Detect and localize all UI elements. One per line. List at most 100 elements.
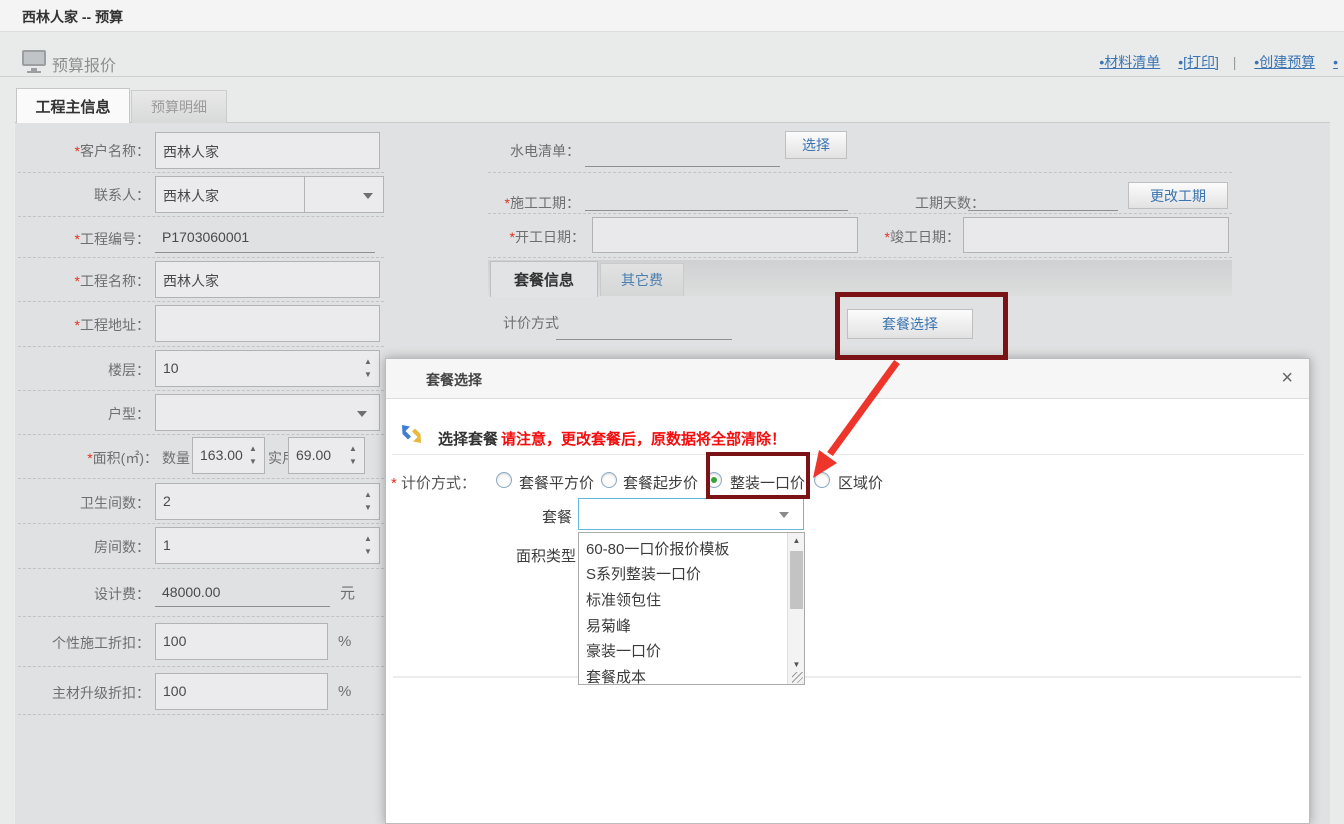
- chevron-down-icon[interactable]: [779, 512, 789, 518]
- radio-label[interactable]: 套餐起步价: [623, 472, 698, 493]
- tab-other-fees[interactable]: 其它费: [600, 263, 684, 296]
- package-select-dialog: 套餐选择 × 选择套餐 请注意，更改套餐后，原数据将全部清除！: [385, 358, 1310, 824]
- bathrooms-label: 卫生间数：: [20, 493, 150, 513]
- row-divider: [18, 257, 384, 258]
- customer-name-label: *客户名称：: [20, 141, 150, 161]
- dialog-divider: [392, 454, 1304, 455]
- pricing-method-input[interactable]: [556, 339, 732, 340]
- list-item[interactable]: S系列整装一口价: [586, 563, 701, 588]
- floor-stepper[interactable]: 10 ▲▼: [155, 350, 380, 387]
- project-address-label: *工程地址：: [20, 315, 150, 335]
- start-date-input[interactable]: [592, 217, 858, 253]
- radio-label[interactable]: 区域价: [838, 472, 883, 493]
- row-divider: [18, 434, 384, 435]
- dialog-bottom-divider: [393, 676, 1301, 678]
- rooms-stepper[interactable]: 1 ▲▼: [155, 527, 380, 564]
- design-fee-unit: 元: [340, 582, 360, 603]
- area-actual-stepper[interactable]: 69.00 ▲▼: [288, 437, 365, 474]
- more-link-partial[interactable]: •: [1333, 54, 1338, 70]
- end-date-input[interactable]: [963, 217, 1229, 253]
- contact-select[interactable]: [304, 176, 384, 213]
- project-address-input[interactable]: [155, 305, 380, 342]
- design-fee-value: 48000.00: [162, 584, 220, 600]
- material-discount-input[interactable]: 100: [155, 673, 328, 710]
- scroll-down-icon[interactable]: ▼: [789, 657, 804, 672]
- duration-label: *施工工期：: [440, 193, 580, 213]
- area-qty-label: 数量: [160, 448, 190, 468]
- stepper-arrows[interactable]: ▲▼: [362, 488, 374, 514]
- scrollbar[interactable]: ▲ ▼: [787, 533, 804, 684]
- chevron-down-icon[interactable]: [363, 193, 373, 199]
- tab-project-main-info[interactable]: 工程主信息: [16, 88, 130, 123]
- list-item[interactable]: 豪装一口价: [586, 640, 661, 665]
- header-divider: [0, 76, 1344, 77]
- tab-budget-detail[interactable]: 预算明细: [131, 90, 227, 123]
- project-no-value: P1703060001: [162, 229, 249, 245]
- plumbing-list-label: 水电清单：: [440, 141, 580, 161]
- radio-area-price[interactable]: [814, 472, 830, 488]
- change-duration-button[interactable]: 更改工期: [1128, 182, 1228, 209]
- project-name-label: *工程名称：: [20, 271, 150, 291]
- house-type-label: 户型：: [20, 404, 150, 424]
- warning-text: 请注意，更改套餐后，原数据将全部清除！: [501, 428, 786, 449]
- header-links: •材料清单 •[打印] | •创建预算 •: [1085, 52, 1338, 72]
- row-divider: [18, 301, 384, 302]
- list-item[interactable]: 60-80一口价报价模板: [586, 538, 729, 563]
- project-no-underline: [155, 252, 375, 253]
- house-type-select[interactable]: [155, 394, 380, 431]
- create-budget-link[interactable]: •创建预算: [1254, 54, 1315, 70]
- duration-days-input[interactable]: [968, 210, 1118, 211]
- package-choose-button[interactable]: 套餐选择: [847, 309, 973, 339]
- page-title: 预算报价: [52, 52, 116, 76]
- stepper-arrows[interactable]: ▲▼: [362, 532, 374, 558]
- plumbing-select-button[interactable]: 选择: [785, 131, 847, 159]
- bathrooms-stepper[interactable]: 2 ▲▼: [155, 483, 380, 520]
- duration-input[interactable]: [585, 210, 848, 211]
- row-divider: [18, 523, 384, 524]
- radio-label[interactable]: 整装一口价: [730, 472, 805, 493]
- project-name-input[interactable]: 西林人家: [155, 261, 380, 298]
- customer-name-input[interactable]: 西林人家: [155, 132, 380, 169]
- radio-label[interactable]: 套餐平方价: [519, 472, 594, 493]
- scroll-up-icon[interactable]: ▲: [789, 533, 804, 548]
- stepper-arrows[interactable]: ▲▼: [362, 355, 374, 381]
- start-date-label: *开工日期：: [440, 227, 585, 247]
- end-date-label: *竣工日期：: [860, 227, 960, 247]
- list-item[interactable]: 套餐成本: [586, 666, 646, 691]
- monitor-icon: [22, 50, 46, 66]
- app-window: 西林人家 -- 预算 预算报价 •材料清单 •[打印] | •创建预算 • 工程…: [0, 0, 1344, 824]
- row-divider: [18, 568, 384, 569]
- resize-grip[interactable]: [792, 672, 803, 683]
- construction-discount-input[interactable]: 100: [155, 623, 328, 660]
- contact-label: 联系人：: [20, 185, 150, 205]
- chevron-down-icon[interactable]: [357, 411, 367, 417]
- stepper-arrows[interactable]: ▲▼: [347, 442, 359, 468]
- row-divider: [18, 616, 384, 617]
- row-divider: [18, 346, 384, 347]
- dialog-section-title: 选择套餐: [438, 428, 498, 449]
- construction-discount-label: 个性施工折扣：: [20, 633, 150, 653]
- list-item[interactable]: 易菊峰: [586, 615, 631, 640]
- material-discount-label: 主材升级折扣：: [20, 683, 150, 703]
- row-divider: [18, 478, 384, 479]
- radio-package-sqm-price[interactable]: [496, 472, 512, 488]
- row-divider: [488, 213, 1232, 214]
- row-divider: [18, 666, 384, 667]
- area-qty-stepper[interactable]: 163.00 ▲▼: [192, 437, 265, 474]
- scrollbar-thumb[interactable]: [790, 551, 803, 609]
- close-icon[interactable]: ×: [1281, 367, 1293, 390]
- dialog-header: 套餐选择 ×: [386, 359, 1309, 399]
- row-divider: [18, 714, 384, 715]
- radio-whole-package-price[interactable]: [706, 472, 722, 488]
- tab-package-info[interactable]: 套餐信息: [490, 261, 598, 297]
- stepper-arrows[interactable]: ▲▼: [247, 442, 259, 468]
- package-dropdown[interactable]: [578, 498, 804, 530]
- list-item[interactable]: 标准领包住: [586, 589, 661, 614]
- plumbing-list-input[interactable]: [585, 166, 780, 167]
- row-divider: [18, 390, 384, 391]
- materials-list-link[interactable]: •材料清单: [1099, 54, 1160, 70]
- project-no-label: *工程编号：: [20, 229, 150, 249]
- radio-package-starting-price[interactable]: [601, 472, 617, 488]
- contact-input[interactable]: 西林人家: [155, 176, 305, 213]
- print-link[interactable]: •[打印]: [1178, 54, 1219, 70]
